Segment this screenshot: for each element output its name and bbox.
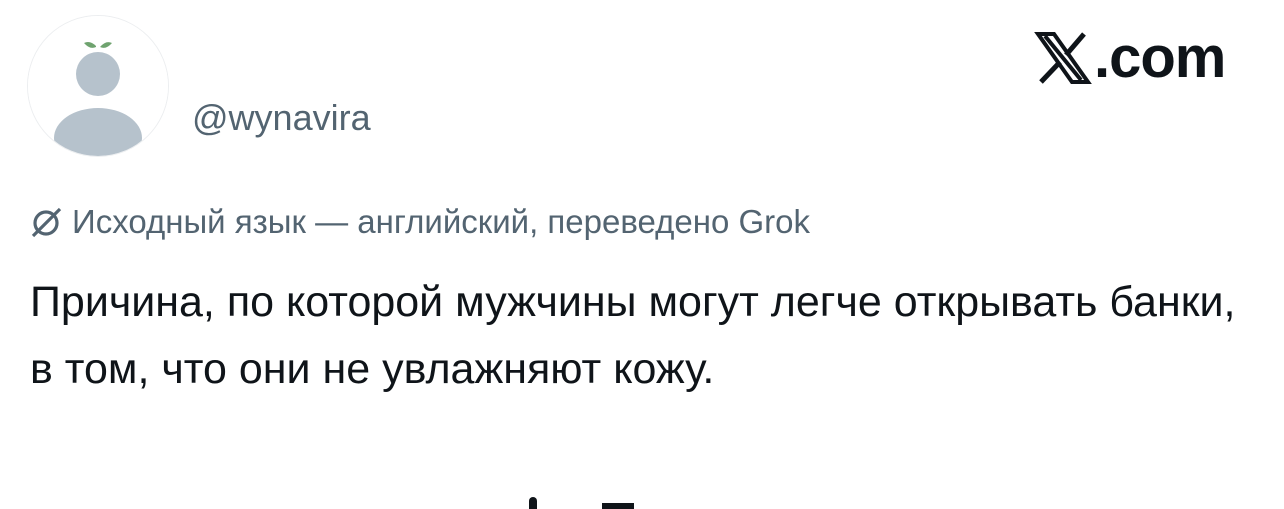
avatar[interactable] — [27, 15, 169, 157]
logo-text: .com — [1094, 25, 1226, 90]
cutoff-glyph — [529, 497, 537, 509]
x-com-logo: .com — [1034, 25, 1226, 90]
default-profile-icon — [28, 16, 168, 156]
translation-note-text: Исходный язык — английский, переведено G… — [72, 203, 811, 240]
tweet-text: Причина, по которой мужчины могут легче … — [30, 278, 1236, 393]
author-handle[interactable]: @wynavira — [192, 96, 371, 140]
x-logo-icon — [1034, 32, 1092, 84]
grok-icon — [31, 207, 62, 238]
cutoff-glyph — [602, 503, 634, 509]
translation-note[interactable]: Исходный язык — английский, переведено G… — [30, 200, 810, 244]
